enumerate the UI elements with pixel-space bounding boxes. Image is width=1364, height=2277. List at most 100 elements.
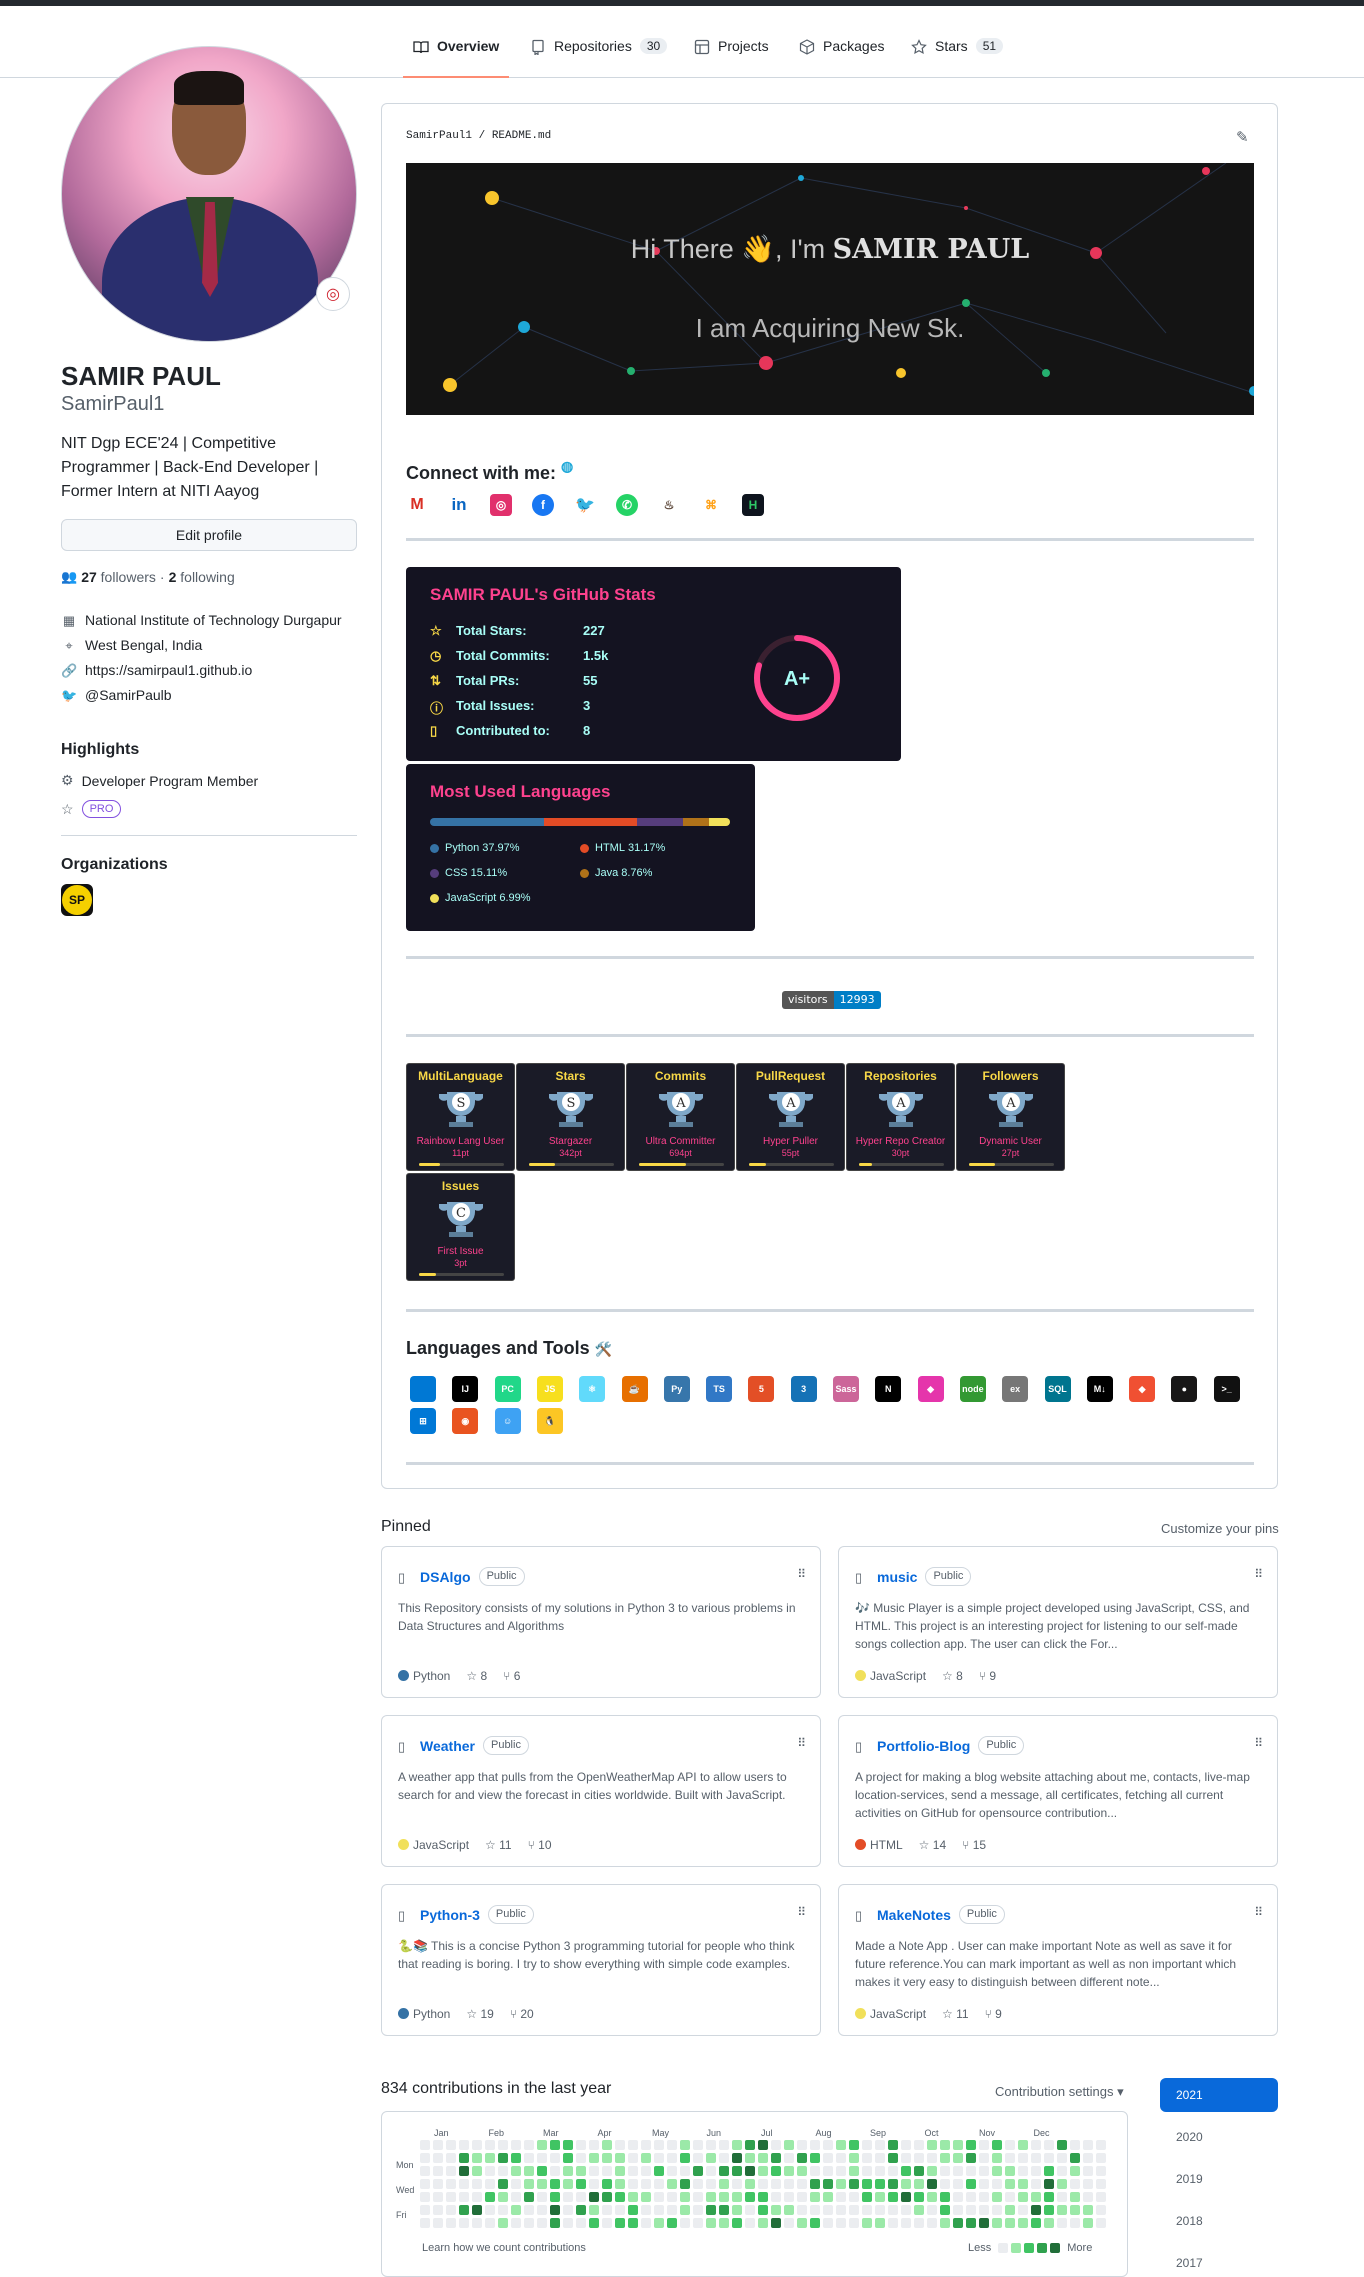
contribution-day[interactable] <box>602 2218 612 2228</box>
contribution-day[interactable] <box>654 2179 664 2189</box>
contribution-day[interactable] <box>1044 2153 1054 2163</box>
contribution-day[interactable] <box>992 2153 1002 2163</box>
contribution-day[interactable] <box>667 2179 677 2189</box>
contribution-day[interactable] <box>979 2153 989 2163</box>
contribution-day[interactable] <box>810 2179 820 2189</box>
contribution-day[interactable] <box>836 2192 846 2202</box>
contribution-day[interactable] <box>732 2179 742 2189</box>
contribution-day[interactable] <box>472 2153 482 2163</box>
contribution-day[interactable] <box>1070 2166 1080 2176</box>
contribution-day[interactable] <box>563 2166 573 2176</box>
contribution-day[interactable] <box>641 2179 651 2189</box>
stargazers-link[interactable]: ☆ 14 <box>919 1838 946 1852</box>
contribution-day[interactable] <box>784 2179 794 2189</box>
contribution-day[interactable] <box>810 2192 820 2202</box>
contribution-day[interactable] <box>420 2166 430 2176</box>
contribution-day[interactable] <box>524 2218 534 2228</box>
contribution-day[interactable] <box>1031 2153 1041 2163</box>
contribution-day[interactable] <box>706 2218 716 2228</box>
stargazers-link[interactable]: ☆ 11 <box>485 1838 512 1852</box>
contribution-day[interactable] <box>1031 2218 1041 2228</box>
edit-profile-button[interactable]: Edit profile <box>61 519 357 551</box>
contribution-day[interactable] <box>1096 2153 1106 2163</box>
contribution-day[interactable] <box>563 2140 573 2150</box>
contribution-day[interactable] <box>433 2218 443 2228</box>
contribution-day[interactable] <box>836 2153 846 2163</box>
contribution-day[interactable] <box>563 2192 573 2202</box>
contribution-day[interactable] <box>953 2205 963 2215</box>
contribution-day[interactable] <box>706 2153 716 2163</box>
contribution-day[interactable] <box>485 2166 495 2176</box>
contribution-day[interactable] <box>706 2166 716 2176</box>
drag-handle-icon[interactable]: ⠿ <box>1254 1736 1263 1750</box>
contribution-day[interactable] <box>615 2218 625 2228</box>
contribution-day[interactable] <box>914 2192 924 2202</box>
contribution-day[interactable] <box>511 2140 521 2150</box>
contribution-day[interactable] <box>771 2140 781 2150</box>
contribution-day[interactable] <box>615 2205 625 2215</box>
contribution-day[interactable] <box>719 2140 729 2150</box>
contribution-day[interactable] <box>420 2218 430 2228</box>
contribution-day[interactable] <box>654 2140 664 2150</box>
contribution-day[interactable] <box>862 2218 872 2228</box>
contribution-day[interactable] <box>693 2192 703 2202</box>
contribution-day[interactable] <box>979 2205 989 2215</box>
contribution-day[interactable] <box>680 2205 690 2215</box>
contribution-day[interactable] <box>1005 2192 1015 2202</box>
contribution-day[interactable] <box>797 2140 807 2150</box>
contribution-day[interactable] <box>966 2153 976 2163</box>
contribution-day[interactable] <box>498 2179 508 2189</box>
contribution-day[interactable] <box>615 2153 625 2163</box>
contribution-day[interactable] <box>602 2166 612 2176</box>
contribution-day[interactable] <box>849 2179 859 2189</box>
contribution-day[interactable] <box>1070 2179 1080 2189</box>
contribution-day[interactable] <box>446 2218 456 2228</box>
gmail-icon[interactable]: M <box>406 494 428 516</box>
contribution-day[interactable] <box>914 2140 924 2150</box>
contribution-day[interactable] <box>680 2192 690 2202</box>
contribution-day[interactable] <box>862 2140 872 2150</box>
contribution-day[interactable] <box>589 2140 599 2150</box>
contribution-day[interactable] <box>654 2192 664 2202</box>
contribution-day[interactable] <box>940 2192 950 2202</box>
contribution-day[interactable] <box>888 2140 898 2150</box>
contribution-day[interactable] <box>1044 2140 1054 2150</box>
contribution-day[interactable] <box>953 2140 963 2150</box>
contribution-day[interactable] <box>589 2218 599 2228</box>
contribution-day[interactable] <box>966 2218 976 2228</box>
contribution-day[interactable] <box>953 2179 963 2189</box>
contribution-day[interactable] <box>563 2153 573 2163</box>
followers-link[interactable]: 27 followers <box>81 569 156 585</box>
contribution-day[interactable] <box>875 2153 885 2163</box>
contribution-day[interactable] <box>1044 2166 1054 2176</box>
contribution-day[interactable] <box>966 2166 976 2176</box>
contribution-day[interactable] <box>875 2192 885 2202</box>
contribution-day[interactable] <box>485 2218 495 2228</box>
contribution-day[interactable] <box>1005 2140 1015 2150</box>
contribution-day[interactable] <box>680 2166 690 2176</box>
contribution-day[interactable] <box>485 2179 495 2189</box>
contribution-day[interactable] <box>511 2179 521 2189</box>
contribution-day[interactable] <box>706 2140 716 2150</box>
contribution-day[interactable] <box>1070 2140 1080 2150</box>
contribution-day[interactable] <box>745 2218 755 2228</box>
contribution-day[interactable] <box>537 2153 547 2163</box>
contribution-day[interactable] <box>1083 2153 1093 2163</box>
contribution-day[interactable] <box>875 2179 885 2189</box>
readme-path[interactable]: SamirPaul1 / README.md <box>406 130 551 142</box>
contribution-day[interactable] <box>836 2218 846 2228</box>
contribution-day[interactable] <box>784 2218 794 2228</box>
contribution-day[interactable] <box>966 2205 976 2215</box>
contribution-day[interactable] <box>927 2153 937 2163</box>
contribution-day[interactable] <box>589 2166 599 2176</box>
contribution-day[interactable] <box>576 2192 586 2202</box>
contribution-day[interactable] <box>537 2140 547 2150</box>
contribution-day[interactable] <box>1005 2153 1015 2163</box>
contribution-day[interactable] <box>1031 2140 1041 2150</box>
contribution-day[interactable] <box>472 2205 482 2215</box>
contribution-day[interactable] <box>615 2192 625 2202</box>
contribution-day[interactable] <box>628 2140 638 2150</box>
tab-projects[interactable]: Projects <box>694 38 769 78</box>
contribution-day[interactable] <box>888 2192 898 2202</box>
contribution-day[interactable] <box>979 2218 989 2228</box>
